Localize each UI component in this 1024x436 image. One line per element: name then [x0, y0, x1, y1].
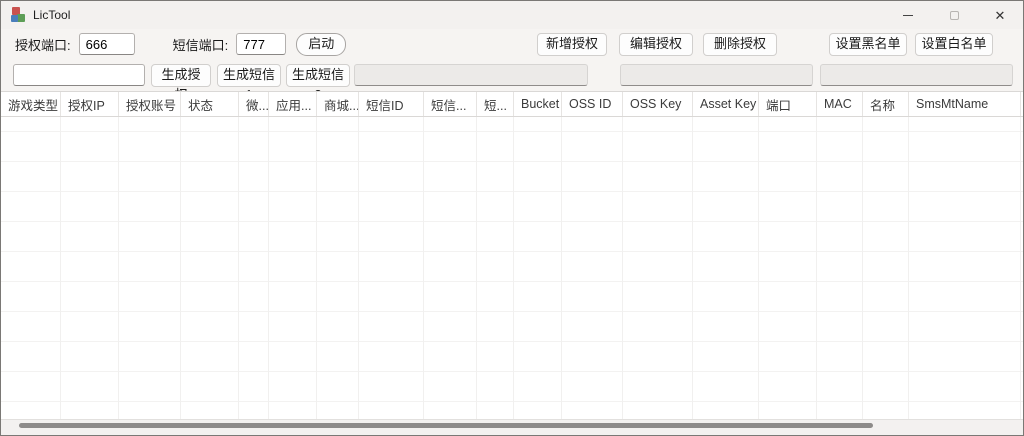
table-row — [1, 312, 1023, 342]
column-header-12[interactable]: OSS Key — [623, 92, 693, 116]
sms-port-label: 短信端口: — [173, 35, 229, 54]
table-row — [1, 252, 1023, 282]
grid-vline — [513, 117, 514, 419]
window-controls: ✕ — [885, 1, 1023, 29]
column-header-3[interactable]: 状态 — [181, 92, 239, 116]
grid-vline — [476, 117, 477, 419]
table-row — [1, 342, 1023, 372]
table-row — [1, 222, 1023, 252]
app-icon-green-cube — [17, 14, 25, 22]
title-bar: LicTool ✕ — [1, 1, 1023, 29]
column-header-15[interactable]: MAC — [817, 92, 863, 116]
column-header-2[interactable]: 授权账号 — [119, 92, 181, 116]
window-title: LicTool — [33, 8, 70, 22]
grid-vline — [1020, 117, 1021, 419]
column-header-14[interactable]: 端口 — [759, 92, 817, 116]
app-cubes-icon — [11, 7, 27, 23]
column-header-6[interactable]: 商城... — [317, 92, 359, 116]
column-header-8[interactable]: 短信... — [424, 92, 477, 116]
table-row — [1, 117, 1023, 132]
generate-input[interactable] — [13, 64, 145, 86]
minimize-button[interactable] — [885, 1, 931, 29]
app-icon-blue-cube — [11, 15, 18, 22]
column-header-9[interactable]: 短... — [477, 92, 514, 116]
table-row — [1, 372, 1023, 402]
grid-vline — [423, 117, 424, 419]
start-button[interactable]: 启动 — [296, 33, 346, 56]
column-header-16[interactable]: 名称 — [863, 92, 909, 116]
grid-vline — [561, 117, 562, 419]
window-bottom-edge — [1, 431, 1023, 435]
grid-vline — [180, 117, 181, 419]
output-field-1[interactable] — [354, 64, 588, 86]
grid-vline — [316, 117, 317, 419]
output-field-2[interactable] — [620, 64, 813, 86]
grid-vline — [908, 117, 909, 419]
delete-auth-button[interactable]: 删除授权 — [703, 33, 777, 56]
app-window: LicTool ✕ 授权端口: 短信端口: 启动 新增授权 编辑授权 删除授权 … — [0, 0, 1024, 436]
column-header-4[interactable]: 微... — [239, 92, 269, 116]
output-field-3[interactable] — [820, 64, 1013, 86]
toolbar-ports: 授权端口: 短信端口: 启动 新增授权 编辑授权 删除授权 设置黑名单 设置白名… — [1, 29, 1023, 59]
table-row — [1, 402, 1023, 419]
license-table: 游戏类型授权IP授权账号状态微...应用...商城...短信ID短信...短..… — [1, 91, 1023, 419]
table-row — [1, 162, 1023, 192]
horizontal-scrollbar[interactable] — [1, 419, 1023, 431]
set-blacklist-button[interactable]: 设置黑名单 — [829, 33, 907, 56]
grid-vline — [862, 117, 863, 419]
table-body[interactable] — [1, 117, 1023, 419]
column-header-1[interactable]: 授权IP — [61, 92, 119, 116]
toolbar-generate: 生成授权 生成短信1 生成短信2 — [1, 59, 1023, 91]
add-auth-button[interactable]: 新增授权 — [537, 33, 607, 56]
column-header-10[interactable]: Bucket — [514, 92, 562, 116]
column-header-17[interactable]: SmsMtName — [909, 92, 1021, 116]
grid-vline — [816, 117, 817, 419]
table-row — [1, 282, 1023, 312]
column-header-11[interactable]: OSS ID — [562, 92, 623, 116]
close-button[interactable]: ✕ — [977, 1, 1023, 29]
maximize-icon — [950, 11, 959, 20]
minimize-icon — [903, 15, 913, 16]
close-icon: ✕ — [995, 9, 1006, 22]
grid-vline — [758, 117, 759, 419]
auth-port-label: 授权端口: — [15, 35, 71, 54]
grid-vline — [118, 117, 119, 419]
grid-vline — [268, 117, 269, 419]
auth-port-input[interactable] — [79, 33, 135, 55]
table-row — [1, 192, 1023, 222]
table-header-row: 游戏类型授权IP授权账号状态微...应用...商城...短信ID短信...短..… — [1, 91, 1023, 117]
grid-vline — [692, 117, 693, 419]
column-header-7[interactable]: 短信ID — [359, 92, 424, 116]
gen-sms1-button[interactable]: 生成短信1 — [217, 64, 281, 87]
edit-auth-button[interactable]: 编辑授权 — [619, 33, 693, 56]
column-header-13[interactable]: Asset Key — [693, 92, 759, 116]
gen-auth-button[interactable]: 生成授权 — [151, 64, 211, 87]
column-header-0[interactable]: 游戏类型 — [1, 92, 61, 116]
gen-sms2-button[interactable]: 生成短信2 — [286, 64, 350, 87]
set-whitelist-button[interactable]: 设置白名单 — [915, 33, 993, 56]
table-row — [1, 132, 1023, 162]
grid-vline — [60, 117, 61, 419]
grid-vline — [358, 117, 359, 419]
column-header-5[interactable]: 应用... — [269, 92, 317, 116]
maximize-button[interactable] — [931, 1, 977, 29]
sms-port-input[interactable] — [236, 33, 286, 55]
horizontal-scrollbar-thumb[interactable] — [19, 423, 873, 428]
grid-vline — [622, 117, 623, 419]
grid-vline — [238, 117, 239, 419]
